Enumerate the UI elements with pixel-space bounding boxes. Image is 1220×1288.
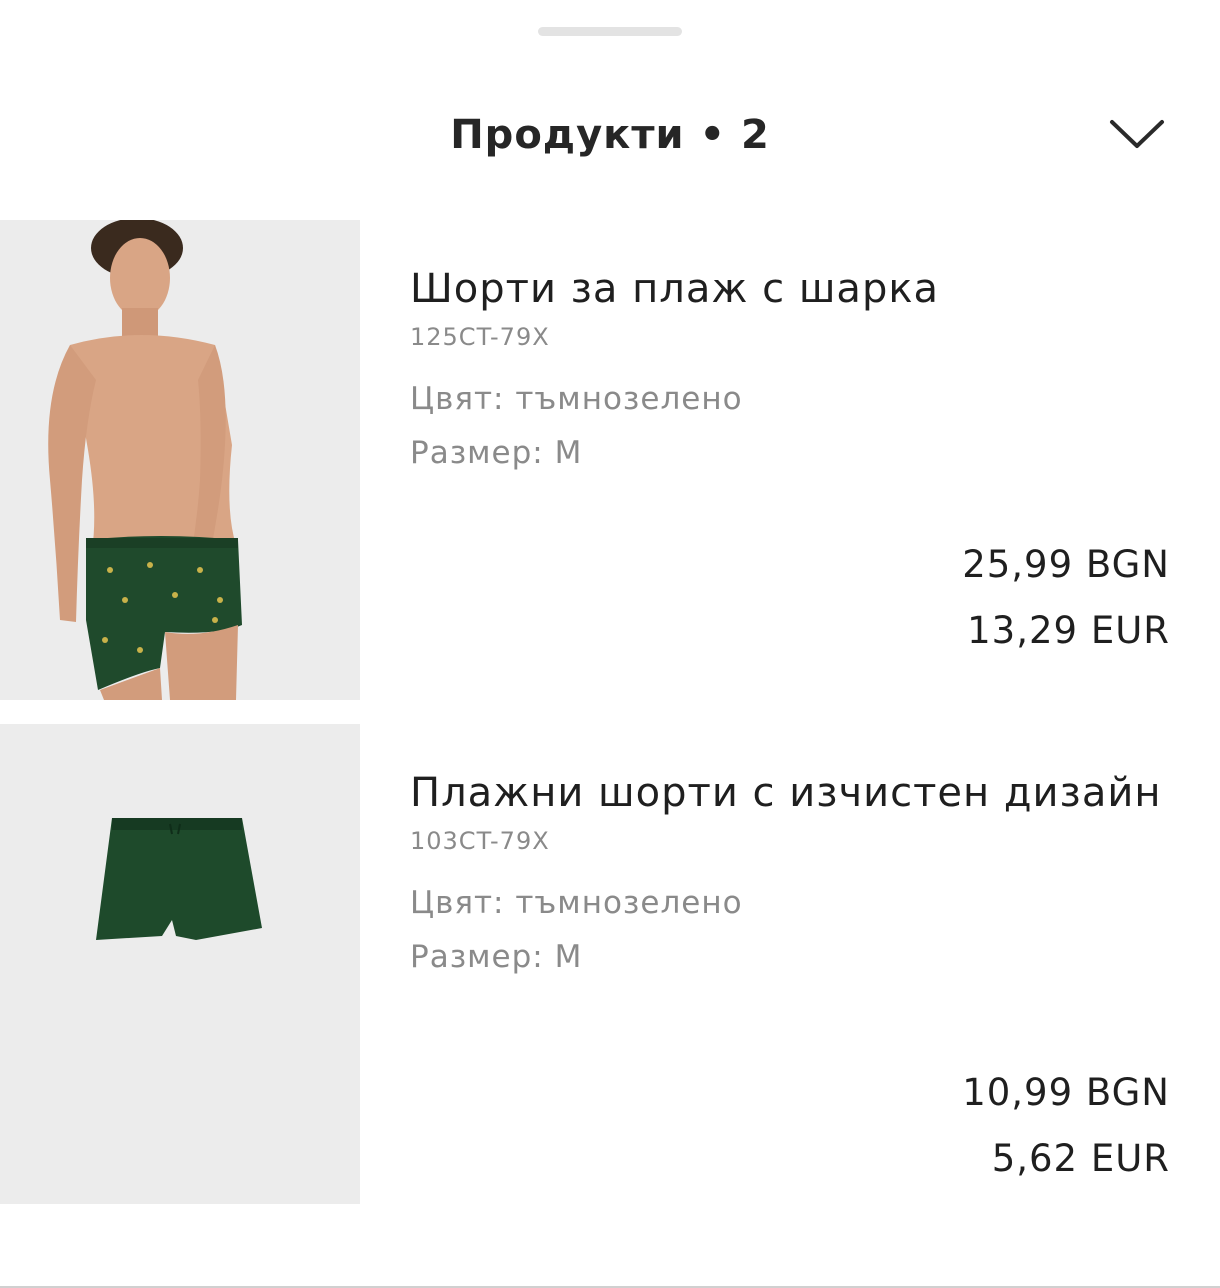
price-eur: 5,62 EUR [991,1137,1170,1180]
drag-handle[interactable] [538,27,682,36]
price-bgn: 25,99 BGN [962,543,1170,586]
product-size: Размер: M [410,435,583,471]
product-color: Цвят: тъмнозелено [410,885,743,921]
products-title: Продукти • 2 [450,112,770,158]
product-sku: 125CT-79X [410,323,550,351]
products-header: Продукти • 2 [0,100,1220,172]
product-image[interactable] [0,724,360,1204]
price-bgn: 10,99 BGN [962,1071,1170,1114]
product-sku: 103CT-79X [410,827,550,855]
product-size: Размер: M [410,939,583,975]
price-eur: 13,29 EUR [967,609,1170,652]
chevron-down-icon [1110,120,1164,148]
product-item[interactable]: Шорти за плаж с шарка 125CT-79X Цвят: тъ… [0,220,1220,700]
product-item[interactable]: Плажни шорти с изчистен дизайн 103CT-79X… [0,724,1220,1204]
product-name[interactable]: Шорти за плаж с шарка [410,256,1170,322]
collapse-button[interactable] [1104,112,1170,158]
product-color: Цвят: тъмнозелено [410,381,743,417]
product-image[interactable] [0,220,360,700]
product-name[interactable]: Плажни шорти с изчистен дизайн [410,760,1170,826]
